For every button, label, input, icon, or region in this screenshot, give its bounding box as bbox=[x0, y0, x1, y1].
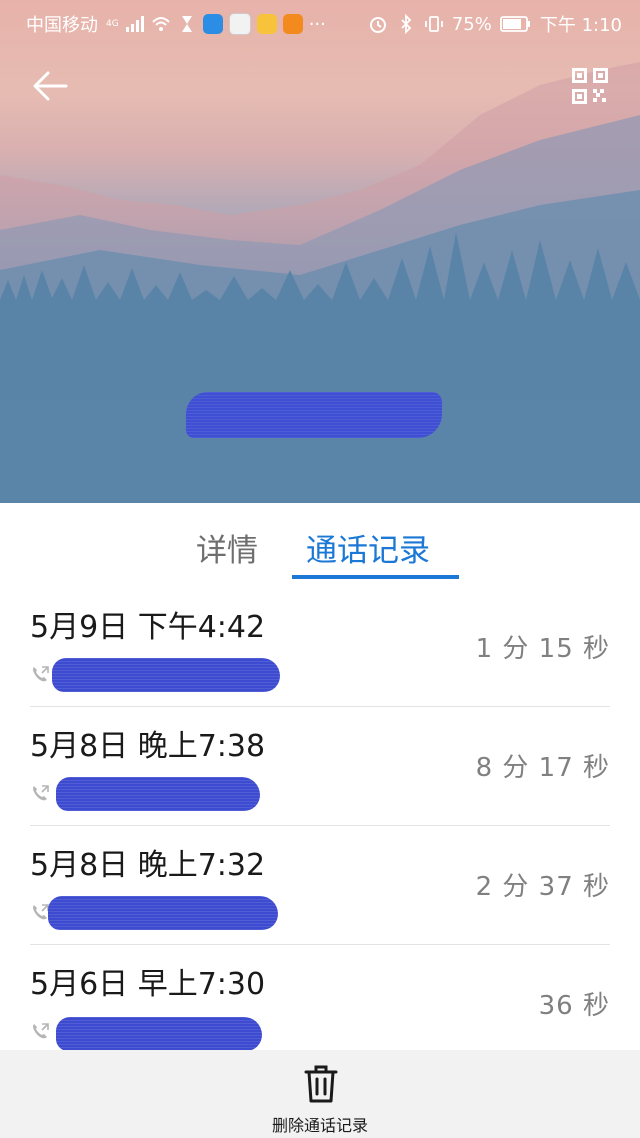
app-notification-icon bbox=[282, 14, 303, 34]
outgoing-call-icon bbox=[33, 666, 49, 682]
alarm-icon bbox=[369, 17, 386, 33]
app-notification-icon bbox=[228, 13, 251, 35]
tab-call-history[interactable]: 通话记录 bbox=[306, 527, 430, 575]
back-button[interactable] bbox=[30, 66, 70, 106]
contact-header: 中国移动 4G ··· 75% 下午 1:10 bbox=[0, 0, 640, 503]
qr-code-button[interactable] bbox=[572, 68, 608, 104]
call-record[interactable]: 5月8日 晚上7:32 2 分 37 秒 bbox=[0, 826, 640, 945]
tab-bar: 详情 通话记录 bbox=[0, 503, 640, 583]
battery-percent: 75% bbox=[451, 13, 492, 35]
vibrate-icon bbox=[424, 16, 443, 32]
outgoing-call-icon bbox=[33, 785, 49, 801]
outgoing-call-icon bbox=[33, 1023, 49, 1039]
clock: 下午 1:10 bbox=[539, 15, 622, 36]
tab-details[interactable]: 详情 bbox=[196, 527, 258, 575]
wifi-icon bbox=[151, 17, 170, 31]
hourglass-icon bbox=[181, 16, 192, 32]
call-record[interactable]: 5月9日 下午4:42 1 分 15 秒 bbox=[0, 588, 640, 707]
call-datetime: 5月9日 下午4:42 bbox=[30, 610, 266, 645]
carrier-label: 中国移动 bbox=[26, 15, 98, 36]
outgoing-call-icon bbox=[33, 904, 49, 920]
call-datetime: 5月8日 晚上7:38 bbox=[30, 729, 266, 764]
redacted-phone-number bbox=[56, 777, 260, 811]
call-duration: 2 分 37 秒 bbox=[475, 872, 610, 902]
app-notification-icon bbox=[202, 14, 223, 34]
call-record[interactable]: 5月8日 晚上7:38 8 分 17 秒 bbox=[0, 707, 640, 826]
call-record[interactable]: 5月6日 早上7:30 36 秒 bbox=[0, 945, 640, 1064]
signal-icon bbox=[125, 16, 144, 32]
call-duration: 36 秒 bbox=[538, 991, 610, 1021]
bottom-action-bar: 删除通话记录 bbox=[0, 1050, 640, 1138]
redacted-phone-number bbox=[52, 658, 280, 692]
app-notification-icon bbox=[256, 14, 277, 34]
delete-call-history-button[interactable]: 删除通话记录 bbox=[260, 1060, 380, 1138]
status-bar: 中国移动 4G ··· 75% 下午 1:10 bbox=[0, 0, 640, 46]
trash-icon bbox=[304, 1065, 338, 1103]
call-datetime: 5月6日 早上7:30 bbox=[30, 967, 266, 1002]
redacted-phone-number bbox=[56, 1017, 262, 1051]
call-datetime: 5月8日 晚上7:32 bbox=[30, 848, 266, 883]
more-notifications: ··· bbox=[308, 13, 326, 35]
qr-code-icon bbox=[572, 68, 608, 104]
call-duration: 8 分 17 秒 bbox=[475, 753, 610, 783]
active-tab-indicator bbox=[292, 575, 459, 579]
back-arrow-icon bbox=[33, 71, 68, 101]
delete-call-history-label: 删除通话记录 bbox=[271, 1116, 368, 1135]
bluetooth-icon bbox=[401, 14, 412, 34]
call-duration: 1 分 15 秒 bbox=[475, 634, 610, 664]
redacted-phone-number bbox=[48, 896, 278, 930]
battery-icon bbox=[499, 16, 530, 32]
network-type: 4G bbox=[106, 18, 119, 29]
redacted-contact-name bbox=[186, 392, 442, 438]
call-history-list: 5月9日 下午4:42 1 分 15 秒 5月8日 晚上7:38 8 分 17 … bbox=[0, 588, 640, 1064]
